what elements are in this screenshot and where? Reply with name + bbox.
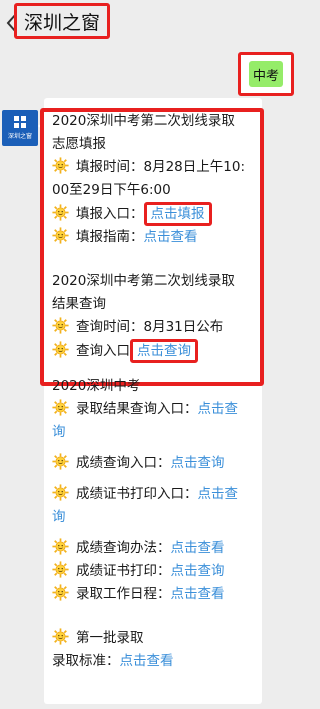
admission-query-link[interactable]: 点击查	[198, 401, 239, 417]
standard-link[interactable]: 点击查看	[120, 653, 174, 669]
outgoing-text: 中考	[252, 68, 279, 84]
cert-print-link[interactable]: 点击查询	[171, 563, 225, 579]
sun-emoji-icon	[52, 538, 69, 555]
section2-title-line1: 2020深圳中考第二次划线录取	[52, 273, 235, 289]
admission-query-label: 录取结果查询入口：	[76, 401, 198, 417]
cert-print-entry-label: 成绩证书打印入口：	[76, 486, 198, 502]
sun-emoji-icon	[52, 227, 69, 244]
chat-title: 深圳之窗	[14, 3, 110, 39]
cert-print-entry-link[interactable]: 点击查	[198, 486, 239, 502]
schedule-row: 录取工作日程：点击查看	[52, 583, 260, 606]
admission-query-link-wrap[interactable]: 询	[52, 424, 66, 440]
admission-query-row-wrap: 询	[52, 421, 260, 444]
section1-title-line2: 志愿填报	[52, 136, 106, 152]
sun-emoji-icon	[52, 399, 69, 416]
sun-emoji-icon	[52, 484, 69, 501]
avatar-label: 深圳之窗	[7, 133, 32, 140]
query-entry-link[interactable]: 点击查询	[137, 343, 191, 359]
avatar[interactable]: 深圳之窗	[2, 110, 38, 146]
sun-emoji-icon	[52, 453, 69, 470]
standard-label: 录取标准：	[52, 653, 120, 669]
section2-title-line2: 结果查询	[52, 296, 106, 312]
score-method-link[interactable]: 点击查看	[171, 540, 225, 556]
sun-emoji-icon	[52, 561, 69, 578]
query-time-text: 查询时间：8月31日公布	[76, 319, 224, 335]
query-entry-label: 查询入口	[76, 343, 130, 359]
fill-time-text-2: 00至29日下午6:00	[52, 182, 171, 198]
fill-guide-row: 填报指南：点击查看	[52, 226, 260, 249]
schedule-label: 录取工作日程：	[76, 586, 171, 602]
sun-emoji-icon	[52, 157, 69, 174]
sun-emoji-icon	[52, 204, 69, 221]
fill-entry-highlight: 点击填报	[143, 202, 212, 226]
chat-title-text: 深圳之窗	[23, 11, 100, 34]
cert-print-entry-row: 成绩证书打印入口：点击查	[52, 483, 260, 506]
fill-entry-row: 填报入口： 点击填报	[52, 202, 260, 226]
schedule-link[interactable]: 点击查看	[171, 586, 225, 602]
fill-entry-label: 填报入口：	[76, 206, 144, 222]
section3-title: 2020深圳中考	[52, 378, 141, 394]
admission-query-row: 录取结果查询入口：点击查	[52, 398, 260, 421]
score-query-label: 成绩查询入口：	[76, 455, 171, 471]
outgoing-highlight: 中考	[238, 52, 294, 96]
score-method-row: 成绩查询办法：点击查看	[52, 537, 260, 560]
avatar-logo-icon	[14, 116, 26, 128]
message-content: 2020深圳中考第二次划线录取 志愿填报 填报时间：8月28日上午10: 00至…	[52, 110, 260, 673]
standard-row: 录取标准：点击查看	[52, 650, 260, 673]
sun-emoji-icon	[52, 584, 69, 601]
score-query-row: 成绩查询入口：点击查询	[52, 452, 260, 475]
fill-guide-label: 填报指南：	[76, 229, 144, 245]
query-entry-highlight: 点击查询	[130, 339, 198, 363]
outgoing-bubble[interactable]: 中考	[249, 61, 283, 87]
cert-print-entry-link-wrap[interactable]: 询	[52, 509, 66, 525]
score-query-link[interactable]: 点击查询	[171, 455, 225, 471]
sun-emoji-icon	[52, 628, 69, 645]
chat-header: 深圳之窗	[0, 0, 300, 46]
batch1-row: 第一批录取	[52, 627, 260, 650]
score-method-label: 成绩查询办法：	[76, 540, 171, 556]
cert-print-row: 成绩证书打印：点击查询	[52, 560, 260, 583]
query-entry-row: 查询入口 点击查询	[52, 339, 260, 363]
sun-emoji-icon	[52, 341, 69, 358]
fill-entry-link[interactable]: 点击填报	[151, 206, 205, 222]
section1-title-line1: 2020深圳中考第二次划线录取	[52, 113, 235, 129]
fill-time-text-1: 填报时间：8月28日上午10:	[76, 159, 245, 175]
sun-emoji-icon	[52, 317, 69, 334]
cert-print-label: 成绩证书打印：	[76, 563, 171, 579]
batch1-label: 第一批录取	[76, 630, 144, 646]
fill-guide-link[interactable]: 点击查看	[144, 229, 198, 245]
cert-print-entry-row-wrap: 询	[52, 506, 260, 529]
query-time-row: 查询时间：8月31日公布	[52, 316, 260, 339]
fill-time-row: 填报时间：8月28日上午10:	[52, 156, 260, 179]
